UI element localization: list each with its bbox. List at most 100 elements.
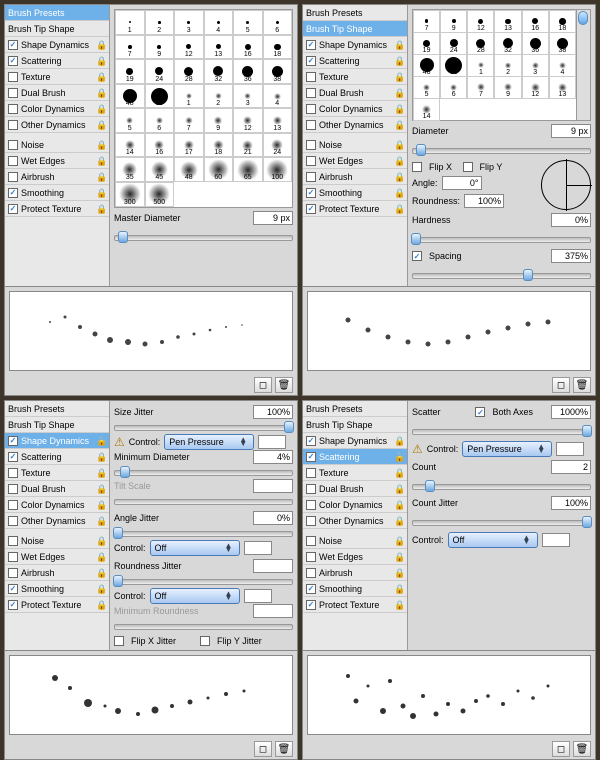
option-checkbox[interactable] xyxy=(306,104,316,114)
sidebar-item-shape-dynamics[interactable]: Shape Dynamics🔒 xyxy=(303,433,407,449)
sidebar-item-noise[interactable]: Noise🔒 xyxy=(303,137,407,153)
brush-preset-cell[interactable]: 300 xyxy=(115,182,145,207)
brush-preset-cell[interactable]: 3 xyxy=(522,54,549,77)
brush-preset-cell[interactable]: 24 xyxy=(145,59,175,84)
scatter-control-dropdown[interactable]: Pen Pressure xyxy=(462,441,552,457)
brush-preset-cell[interactable]: 13 xyxy=(549,76,576,99)
sidebar-item-texture[interactable]: Texture🔒 xyxy=(5,69,109,85)
master-diameter-slider[interactable] xyxy=(114,230,293,242)
scatter-field[interactable] xyxy=(551,405,591,419)
option-checkbox[interactable] xyxy=(306,500,316,510)
option-checkbox[interactable] xyxy=(306,72,316,82)
brush-preset-cell[interactable]: 16 xyxy=(233,35,263,60)
hardness-slider[interactable] xyxy=(412,232,591,244)
brush-preset-cell[interactable]: 48 xyxy=(174,157,204,182)
brush-preset-cell[interactable]: 6 xyxy=(263,10,293,35)
brush-preset-cell[interactable]: 18 xyxy=(204,133,234,158)
delete-preset-button[interactable]: 🗑 xyxy=(275,377,293,393)
sidebar-item-shape-dynamics[interactable]: Shape Dynamics🔒 xyxy=(5,37,109,53)
brush-preset-cell[interactable]: 12 xyxy=(233,108,263,133)
brush-preset-cell[interactable]: 12 xyxy=(467,10,494,33)
sidebar-item-texture[interactable]: Texture🔒 xyxy=(303,69,407,85)
grid-scrollbar[interactable] xyxy=(577,9,591,121)
option-checkbox[interactable] xyxy=(306,140,316,150)
sidebar-item-wet-edges[interactable]: Wet Edges🔒 xyxy=(5,549,109,565)
brush-preset-cell[interactable]: 45 xyxy=(145,157,175,182)
option-checkbox[interactable] xyxy=(306,88,316,98)
sidebar-item-color-dynamics[interactable]: Color Dynamics🔒 xyxy=(303,101,407,117)
option-checkbox[interactable] xyxy=(8,436,18,446)
sidebar-item-scattering[interactable]: Scattering🔒 xyxy=(5,449,109,465)
sidebar-item-airbrush[interactable]: Airbrush🔒 xyxy=(303,565,407,581)
brush-preset-cell[interactable]: 18 xyxy=(263,35,293,60)
roundness-jitter-field[interactable] xyxy=(253,559,293,573)
option-checkbox[interactable] xyxy=(8,536,18,546)
brush-preset-cell[interactable]: 9 xyxy=(145,35,175,60)
option-checkbox[interactable] xyxy=(306,484,316,494)
brush-preset-cell[interactable]: 13 xyxy=(263,108,293,133)
option-checkbox[interactable] xyxy=(8,156,18,166)
brush-preset-cell[interactable]: 60 xyxy=(440,54,467,77)
sidebar-item-noise[interactable]: Noise🔒 xyxy=(5,137,109,153)
brush-preset-cell[interactable]: 4 xyxy=(549,54,576,77)
both-axes-checkbox[interactable] xyxy=(475,407,485,417)
sidebar-brush-presets[interactable]: Brush Presets xyxy=(5,401,109,417)
brush-preset-cell[interactable]: 1 xyxy=(174,84,204,109)
delete-preset-button[interactable]: 🗑 xyxy=(275,741,293,757)
brush-preset-cell[interactable]: 17 xyxy=(174,133,204,158)
option-checkbox[interactable] xyxy=(306,536,316,546)
delete-preset-button[interactable]: 🗑 xyxy=(573,377,591,393)
brush-preset-cell[interactable]: 9 xyxy=(494,76,521,99)
brush-preset-cell[interactable]: 3 xyxy=(174,10,204,35)
brush-preset-cell[interactable]: 60 xyxy=(145,84,175,109)
sidebar-item-dual-brush[interactable]: Dual Brush🔒 xyxy=(5,85,109,101)
sidebar-item-protect-texture[interactable]: Protect Texture🔒 xyxy=(303,201,407,217)
option-checkbox[interactable] xyxy=(8,172,18,182)
option-checkbox[interactable] xyxy=(306,156,316,166)
option-checkbox[interactable] xyxy=(8,552,18,562)
option-checkbox[interactable] xyxy=(306,56,316,66)
brush-preset-cell[interactable]: 13 xyxy=(494,10,521,33)
option-checkbox[interactable] xyxy=(8,140,18,150)
brush-preset-cell[interactable]: 6 xyxy=(145,108,175,133)
option-checkbox[interactable] xyxy=(8,584,18,594)
count-field[interactable] xyxy=(551,460,591,474)
sidebar-item-protect-texture[interactable]: Protect Texture🔒 xyxy=(5,201,109,217)
sidebar-item-smoothing[interactable]: Smoothing🔒 xyxy=(5,185,109,201)
brush-preset-cell[interactable]: 14 xyxy=(413,98,440,121)
angle-jitter-slider[interactable] xyxy=(114,526,293,538)
sidebar-item-protect-texture[interactable]: Protect Texture🔒 xyxy=(303,597,407,613)
brush-preset-cell[interactable]: 9 xyxy=(440,10,467,33)
option-checkbox[interactable] xyxy=(8,452,18,462)
sidebar-item-dual-brush[interactable]: Dual Brush🔒 xyxy=(303,85,407,101)
brush-preset-cell[interactable]: 36 xyxy=(522,32,549,55)
brush-preset-cell[interactable]: 19 xyxy=(413,32,440,55)
option-checkbox[interactable] xyxy=(8,484,18,494)
brush-preset-cell[interactable]: 28 xyxy=(174,59,204,84)
scatter-slider[interactable] xyxy=(412,424,591,436)
sidebar-item-color-dynamics[interactable]: Color Dynamics🔒 xyxy=(5,497,109,513)
brush-preset-cell[interactable]: 3 xyxy=(233,84,263,109)
brush-preset-cell[interactable]: 1 xyxy=(115,10,145,35)
option-checkbox[interactable] xyxy=(306,568,316,578)
min-diameter-slider[interactable] xyxy=(114,465,293,477)
sidebar-item-texture[interactable]: Texture🔒 xyxy=(303,465,407,481)
option-checkbox[interactable] xyxy=(8,104,18,114)
option-checkbox[interactable] xyxy=(8,56,18,66)
brush-preset-cell[interactable]: 4 xyxy=(204,10,234,35)
angle-field[interactable] xyxy=(442,176,482,190)
brush-preset-cell[interactable]: 4 xyxy=(263,84,293,109)
brush-preset-cell[interactable]: 7 xyxy=(467,76,494,99)
size-jitter-field[interactable] xyxy=(253,405,293,419)
brush-preset-cell[interactable]: 24 xyxy=(440,32,467,55)
sidebar-item-scattering[interactable]: Scattering🔒 xyxy=(303,53,407,69)
flip-x-checkbox[interactable] xyxy=(412,162,422,172)
option-checkbox[interactable] xyxy=(8,568,18,578)
sidebar-item-shape-dynamics[interactable]: Shape Dynamics🔒 xyxy=(303,37,407,53)
min-diameter-field[interactable] xyxy=(253,450,293,464)
brush-preset-cell[interactable]: 38 xyxy=(263,59,293,84)
brush-preset-cell[interactable]: 12 xyxy=(174,35,204,60)
sidebar-brush-tip-shape[interactable]: Brush Tip Shape xyxy=(5,417,109,433)
sidebar-item-other-dynamics[interactable]: Other Dynamics🔒 xyxy=(303,513,407,529)
brush-preset-cell[interactable]: 5 xyxy=(413,76,440,99)
